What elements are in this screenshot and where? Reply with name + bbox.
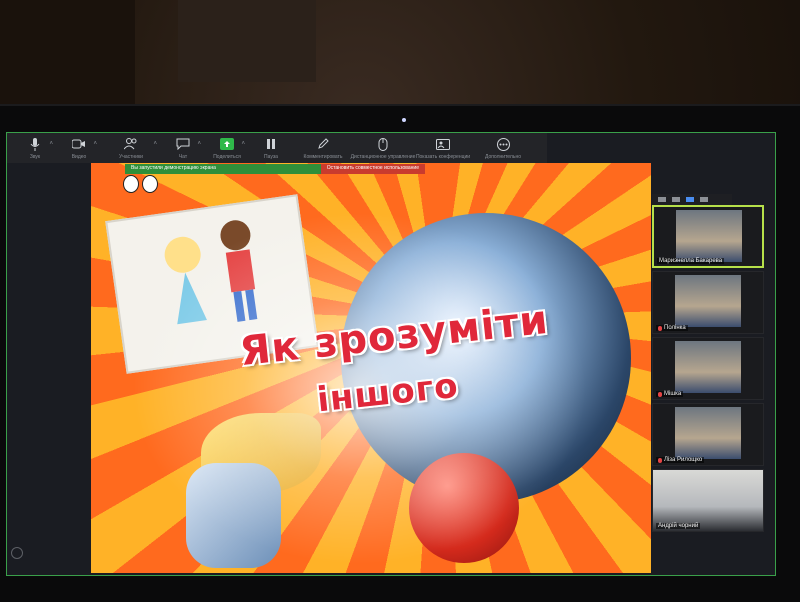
participant-video xyxy=(653,470,763,531)
share-screen-button[interactable]: ˄ Поделиться xyxy=(205,133,249,163)
participant-name: Андрій чорний xyxy=(656,523,701,529)
screen-corner-icon[interactable] xyxy=(11,547,23,559)
screen: ˄ Звук ˄ Видео ˄ Участники ˄ Чат ˄ Подел… xyxy=(6,132,776,576)
monitor: ˄ Звук ˄ Видео ˄ Участники ˄ Чат ˄ Подел… xyxy=(0,104,800,602)
participants-button[interactable]: ˄ Участники xyxy=(101,133,161,163)
chevron-down-icon[interactable]: ˄ xyxy=(49,141,53,147)
remote-control-button[interactable]: Дистанционное управление xyxy=(351,133,415,163)
participant-tile[interactable]: Мариэнелла Бакарева xyxy=(652,205,764,268)
meeting-toolbar: ˄ Звук ˄ Видео ˄ Участники ˄ Чат ˄ Подел… xyxy=(7,133,547,163)
chevron-down-icon[interactable]: ˄ xyxy=(153,141,157,147)
video-camera-icon xyxy=(72,137,86,151)
participants-icon xyxy=(124,137,138,151)
mic-muted-icon xyxy=(658,457,662,463)
participant-video xyxy=(676,210,742,262)
strip-view-icon[interactable] xyxy=(686,197,694,202)
gallery-grid-icon[interactable] xyxy=(700,197,708,202)
mouse-icon xyxy=(378,137,388,151)
more-icon xyxy=(496,137,510,151)
screen-share-bar: Вы запустили демонстрацию экрана Останов… xyxy=(125,164,425,174)
screen-icon xyxy=(436,137,450,151)
chevron-down-icon[interactable]: ˄ xyxy=(93,141,97,147)
gallery-view-controls xyxy=(652,194,732,205)
pencil-icon xyxy=(317,137,329,151)
microphone-icon xyxy=(30,137,40,151)
minimize-icon[interactable] xyxy=(658,197,666,202)
chat-icon xyxy=(176,137,190,151)
screen-glare xyxy=(91,163,651,573)
participant-tile[interactable]: Полінка xyxy=(652,271,764,334)
annotate-button[interactable]: Комментировать xyxy=(293,133,353,163)
share-status-text: Вы запустили демонстрацию экрана xyxy=(125,164,321,174)
share-arrow-icon xyxy=(220,137,234,151)
participant-name: Мариэнелла Бакарева xyxy=(657,258,725,264)
wall-poster xyxy=(178,0,316,82)
speaker-view-icon[interactable] xyxy=(672,197,680,202)
participant-tile[interactable]: Ліза Рилощко xyxy=(652,403,764,466)
participant-gallery: Мариэнелла Бакарева Полінка Мішка Ліза Р… xyxy=(652,205,772,535)
participant-tile[interactable]: Мішка xyxy=(652,337,764,400)
audio-button[interactable]: ˄ Звук xyxy=(13,133,57,163)
pause-icon xyxy=(266,137,276,151)
participant-name: Полінка xyxy=(656,325,688,331)
participant-video xyxy=(675,275,741,327)
video-button[interactable]: ˄ Видео xyxy=(57,133,101,163)
participant-name: Мішка xyxy=(656,391,684,397)
chat-button[interactable]: ˄ Чат xyxy=(161,133,205,163)
show-meeting-button[interactable]: Показать конференции xyxy=(413,133,473,163)
pause-share-button[interactable]: Пауза xyxy=(249,133,293,163)
participant-name: Ліза Рилощко xyxy=(656,457,705,463)
shared-slide: Як зрозуміти іншого xyxy=(91,163,651,573)
participant-video xyxy=(675,341,741,393)
chevron-down-icon[interactable]: ˄ xyxy=(241,141,245,147)
mic-muted-icon xyxy=(658,325,662,331)
participant-video xyxy=(675,407,741,459)
participant-tile[interactable]: Андрій чорний xyxy=(652,469,764,532)
webcam-led xyxy=(402,118,406,122)
more-button[interactable]: Дополнительно xyxy=(473,133,533,163)
chevron-down-icon[interactable]: ˄ xyxy=(197,141,201,147)
shelf xyxy=(0,0,135,104)
stop-share-button[interactable]: Остановить совместное использование xyxy=(320,164,425,174)
mic-muted-icon xyxy=(658,391,662,397)
